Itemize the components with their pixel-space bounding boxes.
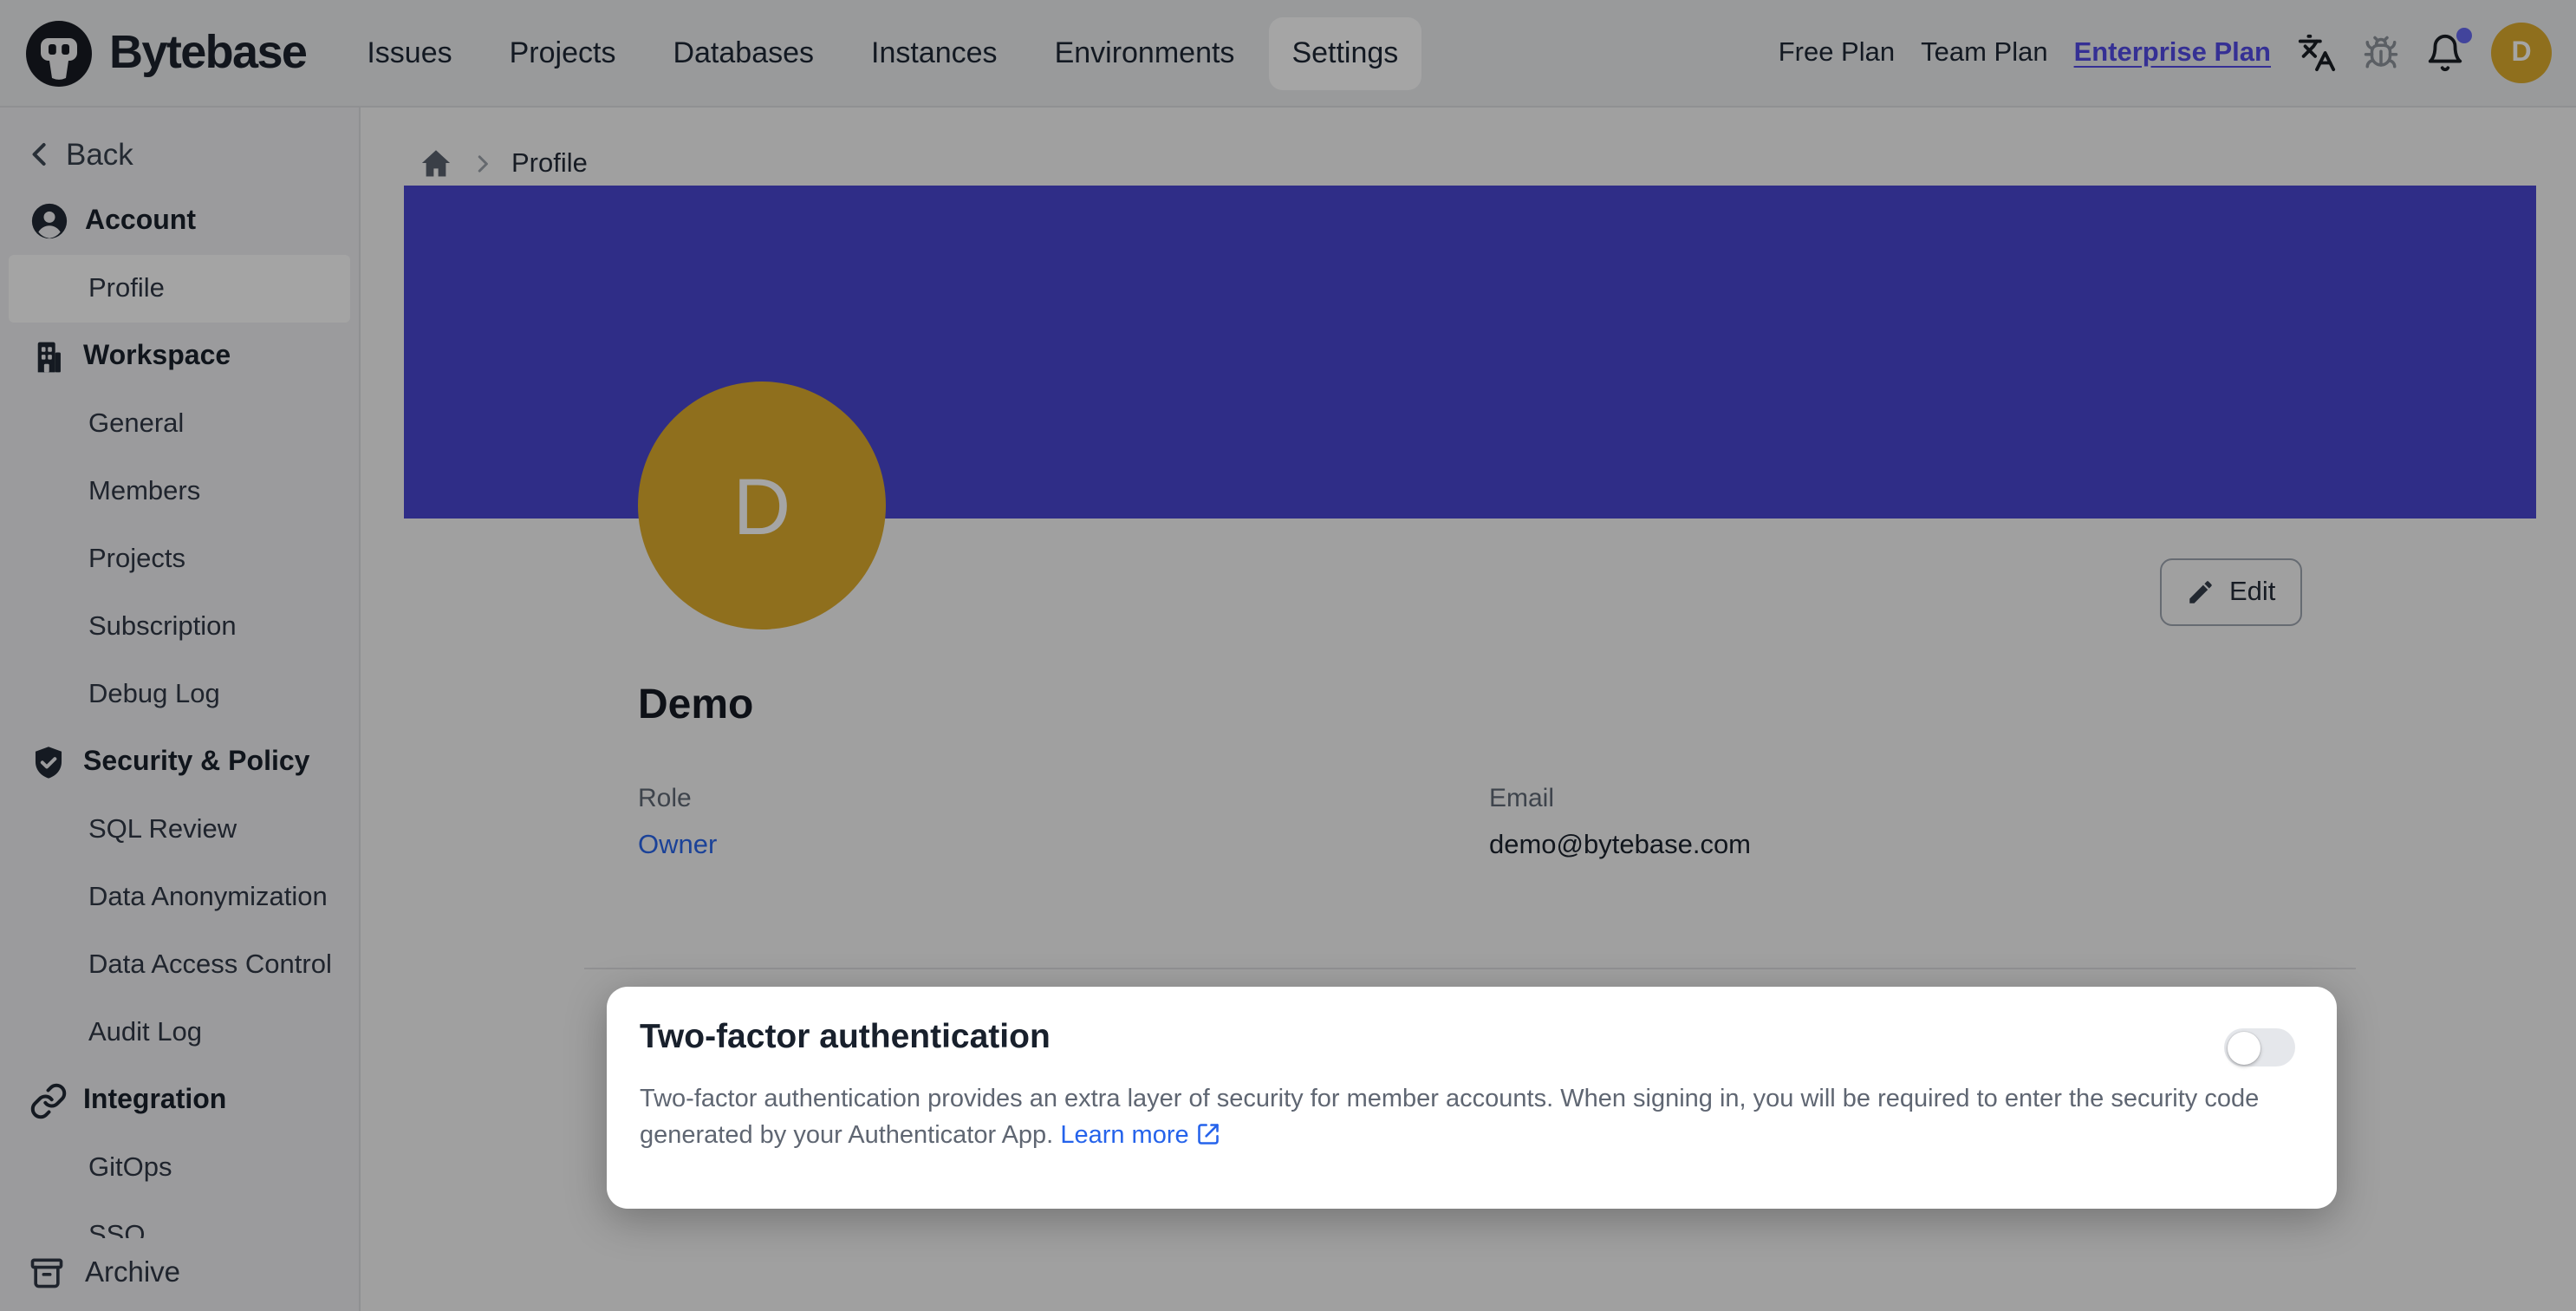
toggle-knob [2228,1031,2261,1064]
two-factor-auth-toggle[interactable] [2224,1028,2295,1066]
learn-more-link[interactable]: Learn more [1060,1122,1220,1150]
two-factor-auth-description: Two-factor authentication provides an ex… [640,1082,2335,1155]
two-factor-auth-title: Two-factor authentication [640,1018,1051,1058]
two-factor-auth-card: Two-factor authentication Two-factor aut… [607,987,2337,1209]
app-window: Bytebase Issues Projects Databases Insta… [0,0,2576,1311]
external-link-icon [1196,1122,1220,1146]
